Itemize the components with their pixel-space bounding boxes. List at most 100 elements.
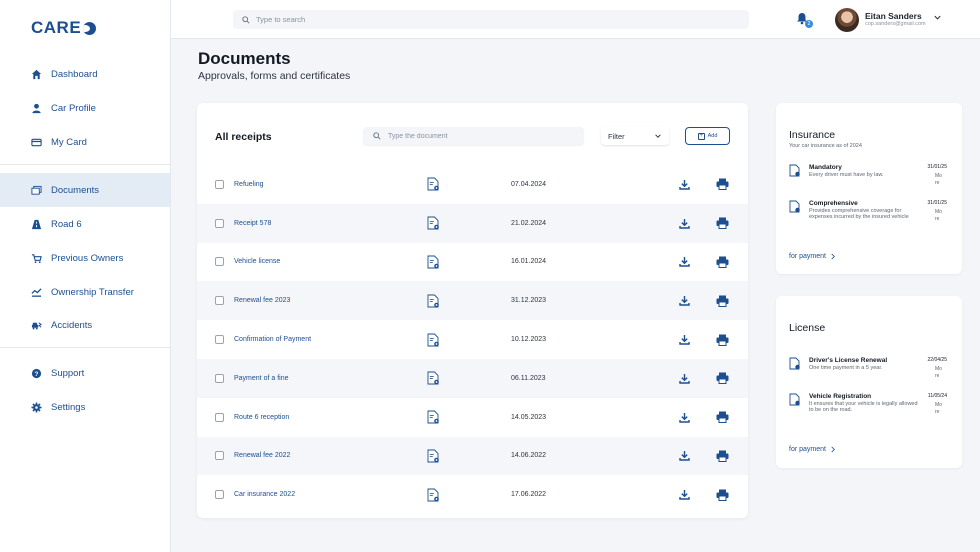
table-row[interactable]: Confirmation of Payment 10.12.2023 bbox=[197, 320, 748, 359]
license-item-desc: One time payment in a 5 year. bbox=[809, 365, 883, 371]
download-icon[interactable] bbox=[679, 218, 690, 229]
print-icon[interactable] bbox=[716, 217, 729, 230]
list-item[interactable]: Vehicle Registration It ensures that you… bbox=[789, 393, 949, 417]
document-search-input[interactable] bbox=[388, 132, 568, 140]
document-icon[interactable] bbox=[427, 449, 439, 463]
print-icon[interactable] bbox=[716, 411, 729, 424]
sidebar-item-support[interactable]: ? Support bbox=[0, 356, 170, 390]
print-icon[interactable] bbox=[716, 334, 729, 346]
more-link[interactable]: More bbox=[935, 209, 943, 222]
more-link[interactable]: More bbox=[935, 173, 943, 186]
license-item-name: Vehicle Registration bbox=[809, 393, 872, 400]
document-name-link[interactable]: Route 6 reception bbox=[234, 414, 289, 421]
download-icon[interactable] bbox=[679, 373, 690, 384]
sidebar-item-settings[interactable]: Settings bbox=[0, 390, 170, 424]
list-item[interactable]: Mandatory Every driver must have by law.… bbox=[789, 164, 949, 194]
document-icon bbox=[789, 357, 800, 370]
document-icon[interactable] bbox=[427, 294, 439, 308]
more-link[interactable]: More bbox=[935, 402, 943, 415]
sidebar-item-label: Car Profile bbox=[51, 102, 96, 114]
insurance-subtitle: Your car insurance as of 2024 bbox=[789, 143, 862, 149]
document-date: 10.12.2023 bbox=[511, 336, 547, 344]
table-row[interactable]: Car insurance 2022 17.06.2022 bbox=[197, 475, 748, 514]
document-name-link[interactable]: Receipt 578 bbox=[234, 220, 271, 227]
table-row[interactable]: Renewal fee 2022 14.06.2022 bbox=[197, 436, 748, 476]
insurance-item-date: 31/01/25 bbox=[927, 164, 947, 170]
sidebar-item-label: Accidents bbox=[51, 319, 93, 331]
table-row[interactable]: Renewal fee 2023 31.12.2023 bbox=[197, 281, 748, 321]
more-link[interactable]: More bbox=[935, 366, 943, 379]
table-row[interactable]: Refueling 07.04.2024 bbox=[197, 165, 748, 204]
sidebar-item-documents[interactable]: Documents bbox=[0, 173, 170, 207]
download-icon[interactable] bbox=[679, 179, 690, 190]
document-icon[interactable] bbox=[427, 216, 439, 230]
table-row[interactable]: Vehicle license 16.01.2024 bbox=[197, 243, 748, 282]
download-icon[interactable] bbox=[679, 334, 690, 345]
add-document-button[interactable]: + Add bbox=[685, 127, 730, 145]
download-icon[interactable] bbox=[679, 256, 690, 268]
download-icon[interactable] bbox=[679, 450, 690, 462]
care-logo[interactable]: CARE bbox=[31, 18, 97, 38]
document-icon[interactable] bbox=[427, 371, 439, 385]
document-icon[interactable] bbox=[427, 488, 439, 502]
print-icon[interactable] bbox=[716, 295, 729, 307]
print-icon[interactable] bbox=[716, 178, 729, 191]
insurance-item-desc: Every driver must have by law. bbox=[809, 172, 884, 178]
row-checkbox[interactable] bbox=[215, 451, 224, 461]
filter-dropdown[interactable]: Filter bbox=[601, 127, 669, 145]
insurance-item-name: Comprehensive bbox=[809, 200, 858, 207]
avatar[interactable] bbox=[835, 8, 859, 32]
sidebar-item-previous-owners[interactable]: Previous Owners bbox=[0, 241, 170, 275]
document-icon[interactable] bbox=[427, 255, 439, 269]
sidebar-item-dashboard[interactable]: Dashboard bbox=[0, 57, 170, 91]
row-checkbox[interactable] bbox=[215, 335, 224, 345]
license-card: License Driver's License Renewal One tim… bbox=[776, 296, 962, 468]
sidebar-item-road-6[interactable]: Road 6 bbox=[0, 207, 170, 241]
insurance-item-desc: Provides comprehensive coverage for expe… bbox=[809, 208, 909, 221]
notifications-button[interactable]: 2 bbox=[796, 12, 813, 28]
table-row[interactable]: Route 6 reception 14.05.2023 bbox=[197, 398, 748, 437]
row-checkbox[interactable] bbox=[215, 257, 224, 267]
document-icon bbox=[789, 200, 800, 213]
document-name-link[interactable]: Car insurance 2022 bbox=[234, 491, 295, 498]
document-name-link[interactable]: Refueling bbox=[234, 181, 264, 188]
list-item[interactable]: Driver's License Renewal One time paymen… bbox=[789, 357, 949, 387]
add-label: Add bbox=[707, 133, 718, 139]
download-icon[interactable] bbox=[679, 489, 690, 500]
row-checkbox[interactable] bbox=[215, 373, 224, 383]
sidebar-item-my-card[interactable]: My Card bbox=[0, 125, 170, 159]
print-icon[interactable] bbox=[716, 489, 729, 501]
row-checkbox[interactable] bbox=[215, 218, 224, 228]
row-checkbox[interactable] bbox=[215, 412, 224, 422]
document-name-link[interactable]: Renewal fee 2023 bbox=[234, 297, 290, 304]
print-icon[interactable] bbox=[716, 372, 729, 385]
help-icon: ? bbox=[30, 367, 42, 379]
document-icon[interactable] bbox=[427, 333, 439, 347]
document-name-link[interactable]: Confirmation of Payment bbox=[234, 336, 311, 343]
chevron-down-icon[interactable] bbox=[933, 13, 942, 22]
insurance-payment-link[interactable]: for payment bbox=[789, 253, 836, 260]
document-name-link[interactable]: Renewal fee 2022 bbox=[234, 452, 290, 459]
document-name-link[interactable]: Vehicle license bbox=[234, 258, 280, 265]
table-row[interactable]: Payment of a fine 06.11.2023 bbox=[197, 358, 748, 398]
list-item[interactable]: Comprehensive Provides comprehensive cov… bbox=[789, 200, 949, 234]
sidebar-item-ownership-transfer[interactable]: Ownership Transfer bbox=[0, 275, 170, 309]
document-icon[interactable] bbox=[427, 410, 439, 424]
document-name-link[interactable]: Payment of a fine bbox=[234, 375, 288, 382]
document-icon[interactable] bbox=[427, 177, 439, 191]
table-row[interactable]: Receipt 578 21.02.2024 bbox=[197, 203, 748, 243]
download-icon[interactable] bbox=[679, 412, 690, 423]
download-icon[interactable] bbox=[679, 295, 690, 306]
sidebar-item-accidents[interactable]: Accidents bbox=[0, 308, 170, 342]
license-payment-link[interactable]: for payment bbox=[789, 446, 836, 453]
row-checkbox[interactable] bbox=[215, 296, 224, 306]
print-icon[interactable] bbox=[716, 450, 729, 462]
row-checkbox[interactable] bbox=[215, 490, 224, 500]
print-icon[interactable] bbox=[716, 256, 729, 268]
row-checkbox[interactable] bbox=[215, 179, 224, 189]
license-item-date: 22/04/25 bbox=[927, 357, 947, 363]
global-search-input[interactable] bbox=[256, 15, 736, 24]
sidebar-item-car-profile[interactable]: Car Profile bbox=[0, 91, 170, 125]
document-icon bbox=[789, 164, 800, 177]
transfer-icon bbox=[30, 286, 42, 298]
